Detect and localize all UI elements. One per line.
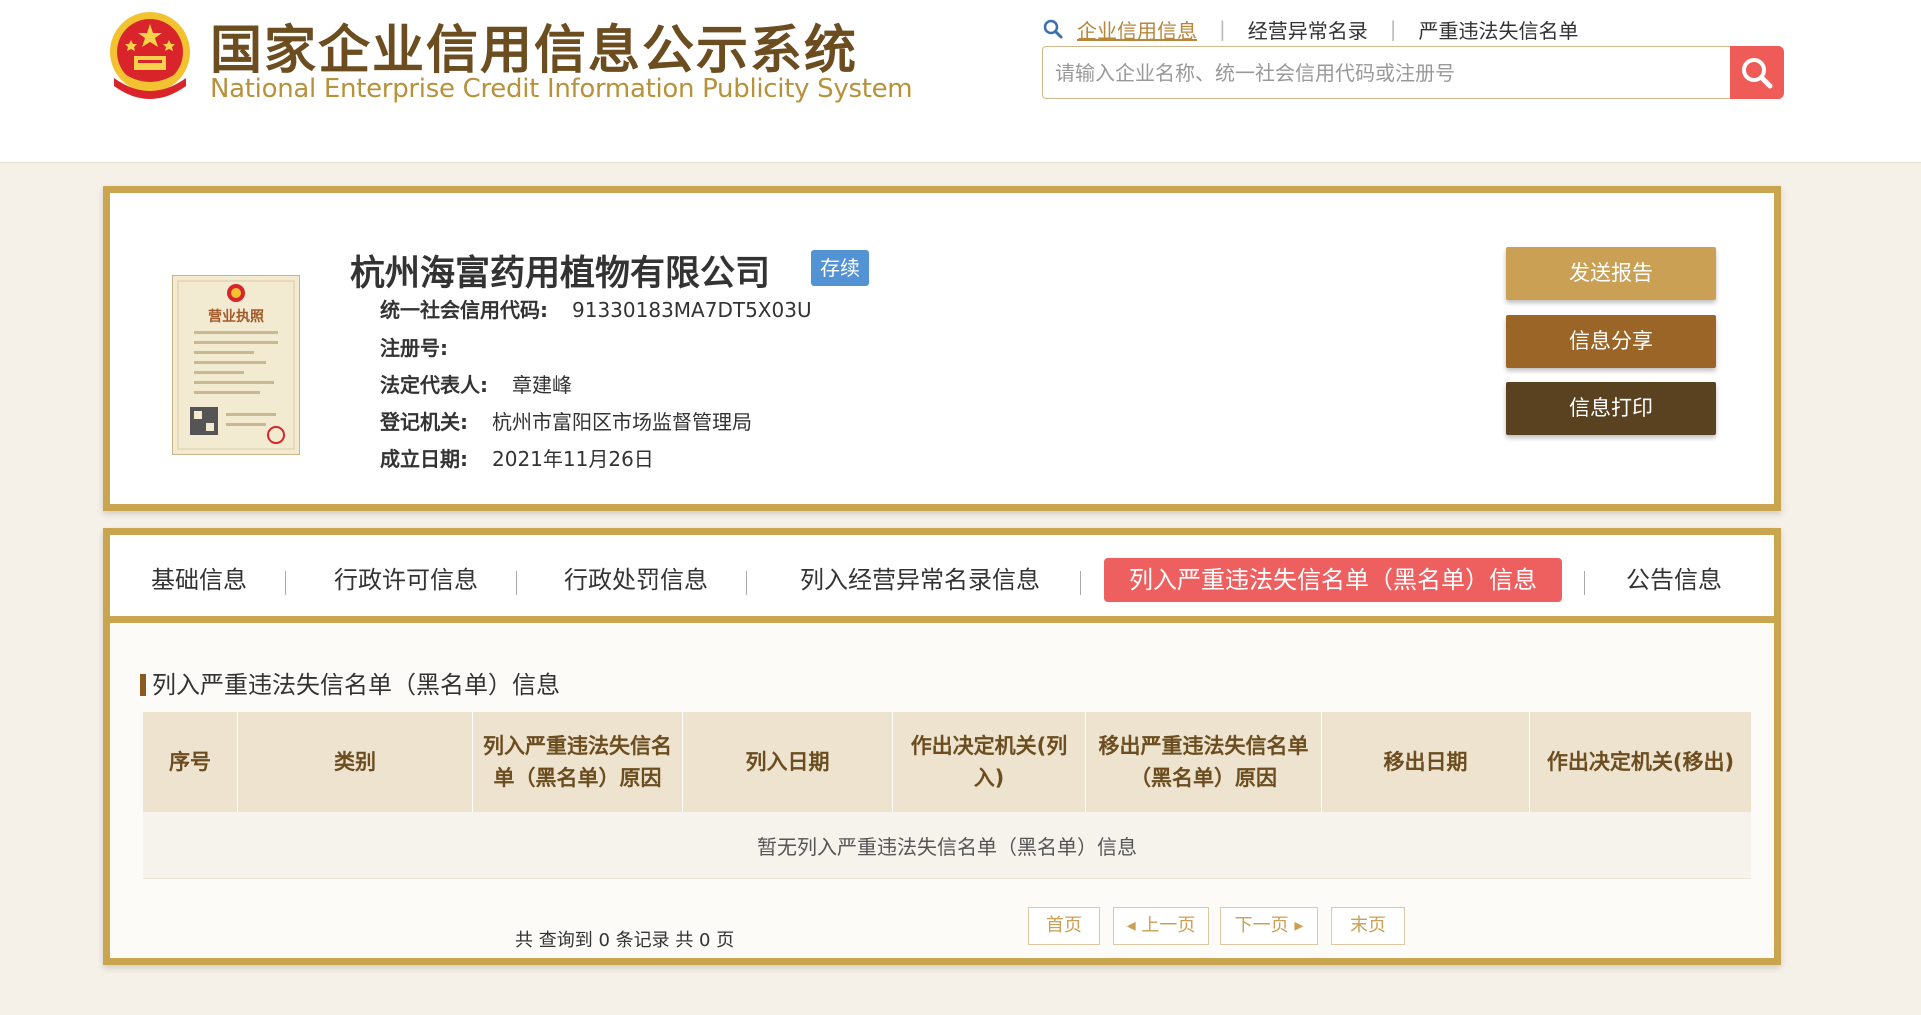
field-label: 法定代表人: bbox=[380, 373, 488, 397]
tab-separator bbox=[746, 571, 747, 595]
field-value: 章建峰 bbox=[512, 373, 572, 397]
tab-separator bbox=[516, 571, 517, 595]
tab-basic-info[interactable]: 基础信息 bbox=[144, 558, 254, 602]
business-license-image: 营业执照 bbox=[172, 275, 300, 455]
first-page-button[interactable]: 首页 bbox=[1028, 907, 1100, 945]
status-badge: 存续 bbox=[811, 250, 869, 286]
pagination-summary: 共 查询到 0 条记录 共 0 页 bbox=[515, 930, 735, 951]
site-subtitle: National Enterprise Credit Information P… bbox=[210, 74, 913, 104]
info-row-credit-code: 统一社会信用代码: 91330183MA7DT5X03U bbox=[380, 294, 812, 323]
field-value: 91330183MA7DT5X03U bbox=[572, 298, 812, 322]
info-row-reg-authority: 登记机关: 杭州市富阳区市场监督管理局 bbox=[380, 406, 752, 435]
section-title-text: 列入严重违法失信名单（黑名单）信息 bbox=[152, 671, 560, 699]
field-label: 统一社会信用代码: bbox=[380, 298, 548, 322]
caret-right-icon: ▸ bbox=[1288, 915, 1304, 936]
field-value: 杭州市富阳区市场监督管理局 bbox=[492, 410, 752, 434]
search-button[interactable] bbox=[1730, 46, 1784, 99]
last-page-button[interactable]: 末页 bbox=[1331, 907, 1405, 945]
company-card: 营业执照 杭州海富药用植物有限公司 存续 统一社会信用代码: 91330183MA… bbox=[103, 186, 1781, 511]
column-header: 类别 bbox=[238, 712, 473, 812]
share-info-button[interactable]: 信息分享 bbox=[1506, 315, 1716, 368]
print-info-button[interactable]: 信息打印 bbox=[1506, 382, 1716, 435]
nav-separator: | bbox=[1219, 17, 1226, 41]
column-header: 移出日期 bbox=[1322, 712, 1530, 812]
blacklist-table: 序号 类别 列入严重违法失信名单（黑名单）原因 列入日期 作出决定机关(列入) … bbox=[143, 712, 1751, 879]
column-header: 列入日期 bbox=[683, 712, 893, 812]
tab-bar: 基础信息 行政许可信息 行政处罚信息 列入经营异常名录信息 列入严重违法失信名单… bbox=[110, 535, 1774, 623]
license-title: 营业执照 bbox=[208, 308, 264, 325]
tab-content: 列入严重违法失信名单（黑名单）信息 序号 类别 列入严重违法失信名单（黑名单）原… bbox=[110, 623, 1774, 958]
nav-blacklist[interactable]: 严重违法失信名单 bbox=[1419, 15, 1579, 44]
nav-enterprise-credit[interactable]: 企业信用信息 bbox=[1077, 15, 1197, 44]
tab-announcements[interactable]: 公告信息 bbox=[1614, 558, 1734, 602]
field-label: 登记机关: bbox=[380, 410, 468, 434]
info-row-established: 成立日期: 2021年11月26日 bbox=[380, 443, 654, 472]
field-label: 成立日期: bbox=[380, 447, 468, 471]
tab-separator bbox=[285, 571, 286, 595]
section-marker bbox=[140, 674, 146, 696]
info-row-reg-number: 注册号: bbox=[380, 332, 472, 361]
search-icon bbox=[1043, 19, 1063, 39]
top-nav: 企业信用信息 | 经营异常名录 | 严重违法失信名单 bbox=[1043, 14, 1579, 44]
prev-page-label: 上一页 bbox=[1141, 915, 1196, 936]
column-header: 作出决定机关(移出) bbox=[1546, 750, 1735, 774]
search-input[interactable] bbox=[1055, 47, 1695, 98]
next-page-label: 下一页 bbox=[1234, 915, 1289, 936]
info-row-legal-rep: 法定代表人: 章建峰 bbox=[380, 369, 572, 398]
tab-admin-license[interactable]: 行政许可信息 bbox=[327, 558, 485, 602]
field-label: 注册号: bbox=[380, 336, 448, 360]
column-header: 移出严重违法失信名单（黑名单）原因 bbox=[1086, 712, 1322, 812]
empty-row: 暂无列入严重违法失信名单（黑名单）信息 bbox=[143, 812, 1751, 879]
national-emblem-icon bbox=[110, 12, 190, 99]
nav-separator: | bbox=[1389, 17, 1397, 41]
search-icon bbox=[1742, 57, 1773, 88]
site-title: 国家企业信用信息公示系统 bbox=[210, 21, 859, 81]
search-bar bbox=[1042, 46, 1784, 99]
prev-page-button[interactable]: ◂ 上一页 bbox=[1113, 907, 1209, 945]
next-page-button[interactable]: 下一页 ▸ bbox=[1220, 907, 1318, 945]
caret-left-icon: ◂ bbox=[1126, 915, 1142, 936]
tab-separator bbox=[1584, 571, 1585, 595]
nav-abnormal-list[interactable]: 经营异常名录 bbox=[1248, 15, 1368, 44]
column-header: 作出决定机关(列入) bbox=[893, 712, 1086, 812]
field-value: 2021年11月26日 bbox=[492, 447, 654, 471]
tab-abnormal-list[interactable]: 列入经营异常名录信息 bbox=[789, 558, 1051, 602]
table-header: 序号 类别 列入严重违法失信名单（黑名单）原因 列入日期 作出决定机关(列入) … bbox=[143, 712, 1751, 812]
tab-admin-penalty[interactable]: 行政处罚信息 bbox=[557, 558, 715, 602]
send-report-button[interactable]: 发送报告 bbox=[1506, 247, 1716, 300]
tab-separator bbox=[1080, 571, 1081, 595]
tab-blacklist[interactable]: 列入严重违法失信名单（黑名单）信息 bbox=[1104, 558, 1562, 602]
column-header: 序号 bbox=[143, 712, 238, 812]
column-header: 列入严重违法失信名单（黑名单）原因 bbox=[473, 712, 683, 812]
site-header: 国家企业信用信息公示系统 National Enterprise Credit … bbox=[0, 0, 1921, 163]
section-title: 列入严重违法失信名单（黑名单）信息 bbox=[140, 665, 560, 700]
info-tabs-panel: 基础信息 行政许可信息 行政处罚信息 列入经营异常名录信息 列入严重违法失信名单… bbox=[103, 528, 1781, 965]
company-name: 杭州海富药用植物有限公司 bbox=[350, 254, 771, 294]
